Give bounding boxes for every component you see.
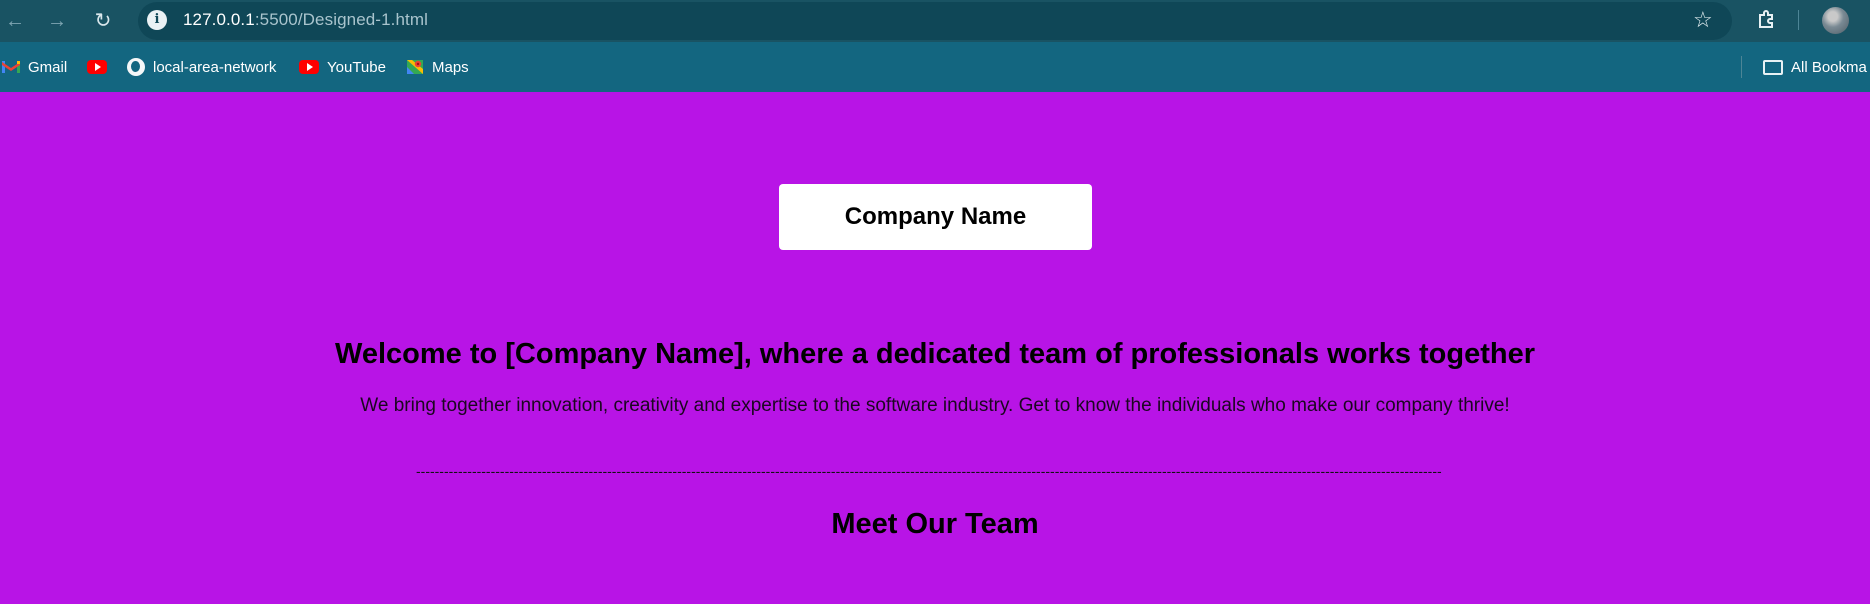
bookmark-gmail[interactable]: Gmail bbox=[2, 56, 67, 78]
welcome-heading: Welcome to [Company Name], where a dedic… bbox=[334, 338, 1536, 370]
bookmark-maps[interactable]: Maps bbox=[406, 56, 469, 78]
youtube-icon bbox=[299, 60, 319, 74]
bookmark-label: YouTube bbox=[327, 58, 386, 76]
url-text[interactable]: 127.0.0.1:5500/Designed-1.html bbox=[183, 10, 428, 30]
bookmark-label: Maps bbox=[432, 58, 469, 76]
all-bookmarks-label: All Bookma bbox=[1791, 58, 1867, 76]
browser-toolbar: ← → ↻ i 127.0.0.1:5500/Designed-1.html ☆ bbox=[0, 0, 1870, 42]
meet-our-team-heading: Meet Our Team bbox=[831, 508, 1039, 540]
folder-icon bbox=[1763, 59, 1783, 75]
bookmarks-separator bbox=[1741, 56, 1742, 78]
gmail-icon bbox=[2, 61, 20, 73]
url-path: :5500/Designed-1.html bbox=[254, 10, 428, 29]
maps-icon bbox=[407, 60, 423, 74]
company-name-box: Company Name bbox=[779, 184, 1092, 250]
bookmark-star-icon[interactable]: ☆ bbox=[1693, 7, 1713, 33]
all-bookmarks[interactable]: All Bookma bbox=[1763, 56, 1867, 78]
bookmark-label: local-area-network bbox=[153, 58, 277, 76]
bookmark-local-area-network[interactable]: local-area-network bbox=[127, 56, 276, 78]
profile-avatar[interactable] bbox=[1822, 7, 1849, 34]
extensions-icon[interactable] bbox=[1755, 8, 1779, 32]
bookmark-youtube[interactable]: YouTube bbox=[299, 56, 386, 78]
intro-paragraph: We bring together innovation, creativity… bbox=[360, 395, 1510, 416]
bookmarks-bar bbox=[0, 42, 1870, 92]
dashed-divider: ----------------------------------------… bbox=[416, 465, 1442, 477]
arrow-right-icon[interactable]: → bbox=[44, 8, 70, 34]
arrow-left-icon[interactable]: ← bbox=[2, 8, 28, 34]
bookmark-label: Gmail bbox=[28, 58, 68, 76]
site-info-icon[interactable]: i bbox=[147, 10, 167, 30]
youtube-icon bbox=[87, 60, 107, 74]
toolbar-separator bbox=[1798, 10, 1799, 30]
reload-icon[interactable]: ↻ bbox=[90, 8, 116, 34]
url-host: 127.0.0.1 bbox=[183, 10, 255, 29]
globe-icon bbox=[127, 58, 145, 76]
bookmark-youtube-icon-only[interactable] bbox=[87, 56, 115, 78]
company-name-text: Company Name bbox=[844, 203, 1027, 230]
